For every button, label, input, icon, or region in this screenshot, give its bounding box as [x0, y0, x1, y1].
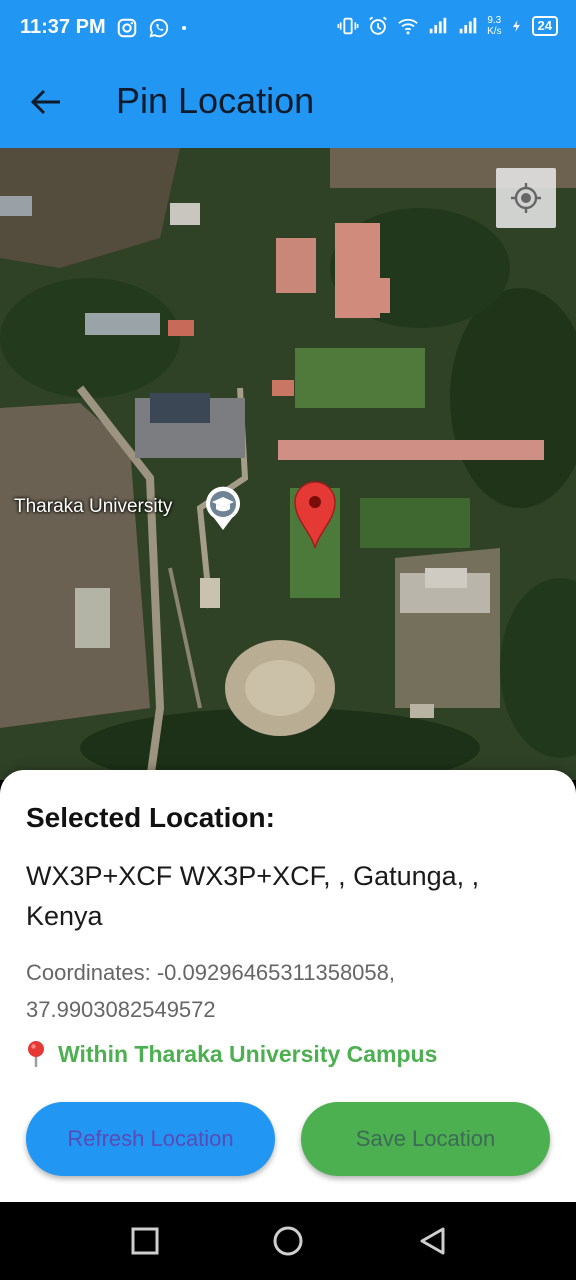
- campus-status-label: Within Tharaka University Campus: [58, 1040, 438, 1067]
- net-speed: 9.3 K/s: [487, 15, 502, 37]
- whatsapp-icon: [149, 18, 168, 38]
- recents-square-icon[interactable]: [128, 1224, 162, 1258]
- home-circle-icon[interactable]: [271, 1224, 305, 1258]
- instagram-icon: [117, 18, 136, 37]
- status-bar: 11:37 PM 9.3 K/s 24: [0, 0, 576, 58]
- my-location-icon: [511, 183, 541, 213]
- map-pin-icon: [28, 1041, 44, 1067]
- page-title: Pin Location: [116, 80, 315, 121]
- coordinates-text: Coordinates: -0.09296465311358058, 37.99…: [26, 960, 396, 1022]
- map-pin-icon[interactable]: [293, 480, 337, 550]
- dot-icon: [181, 25, 186, 30]
- system-nav-bar: [0, 1202, 576, 1280]
- vibrate-icon: [337, 17, 359, 35]
- signal-icon: [459, 17, 477, 34]
- back-triangle-icon[interactable]: [416, 1224, 450, 1258]
- charging-icon: [512, 20, 520, 32]
- battery-icon: 24: [531, 16, 558, 36]
- arrow-left-icon[interactable]: [26, 82, 66, 122]
- wifi-icon: [398, 18, 418, 35]
- my-location-button[interactable]: [496, 168, 556, 228]
- poi-label[interactable]: Tharaka University: [14, 496, 172, 518]
- map-view[interactable]: Tharaka University: [0, 148, 576, 780]
- alarm-icon: [369, 16, 387, 35]
- screen: 11:37 PM 9.3 K/s 24 Pin Location Tharaka…: [0, 0, 576, 1280]
- campus-status: Within Tharaka University Campus: [26, 1040, 437, 1068]
- address-text: WX3P+XCF WX3P+XCF, , Gatunga, , Kenya: [26, 861, 480, 931]
- sheet-title: Selected Location:: [26, 802, 275, 833]
- signal-icon: [429, 17, 447, 34]
- app-bar: Pin Location: [0, 58, 576, 148]
- satellite-imagery: [0, 148, 576, 780]
- graduation-cap-icon[interactable]: [204, 486, 242, 532]
- save-location-button[interactable]: Save Location: [301, 1102, 550, 1176]
- location-sheet: Selected Location: WX3P+XCF WX3P+XCF, , …: [0, 770, 576, 1202]
- refresh-location-button[interactable]: Refresh Location: [26, 1102, 275, 1176]
- status-time: 11:37 PM: [20, 16, 106, 38]
